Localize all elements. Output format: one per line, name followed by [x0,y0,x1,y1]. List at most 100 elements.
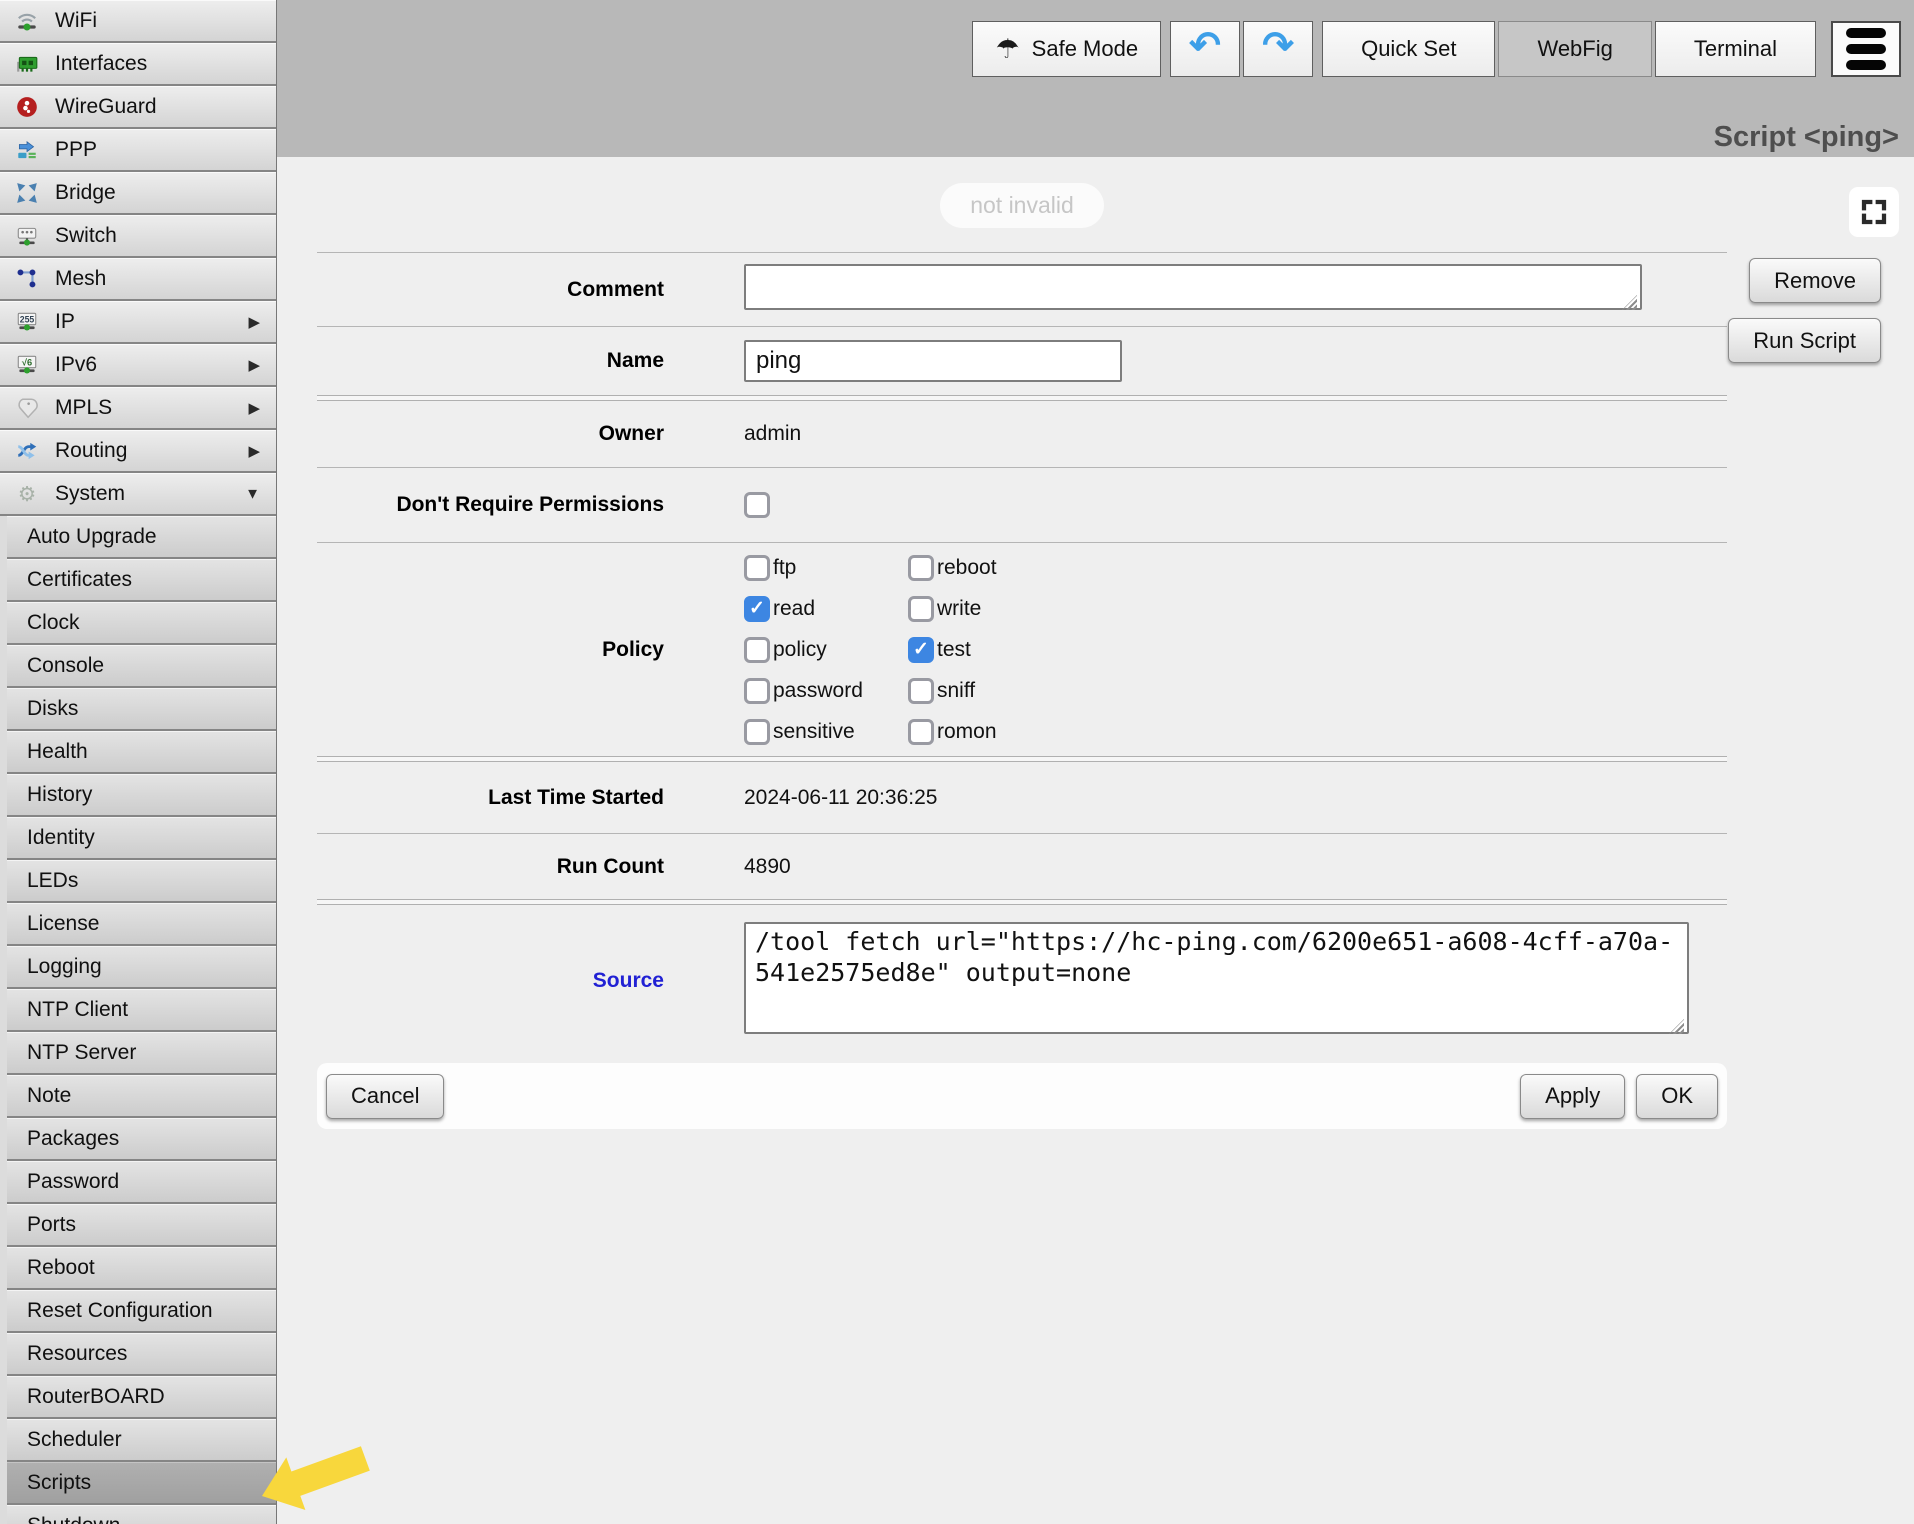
sidebar-subitem-ports[interactable]: Ports [7,1204,276,1245]
policy-row: Policy ftpreadpolicypasswordsensitivereb… [317,543,1727,756]
content-panel: not invalid Comment Name [277,157,1914,1524]
sidebar-subitem-leds[interactable]: LEDs [7,860,276,901]
sidebar-subitem-identity[interactable]: Identity [7,817,276,858]
sidebar-subitem-label: Password [27,1170,119,1194]
sidebar-subitem-label: LEDs [27,869,78,893]
policy-checkbox-label: ftp [773,556,796,580]
sidebar-subitem-logging[interactable]: Logging [7,946,276,987]
page-title: Script <ping> [1714,121,1899,154]
write-checkbox[interactable] [908,596,934,622]
hamburger-menu-button[interactable] [1831,21,1901,77]
sidebar-item-label: Switch [55,224,117,248]
sidebar-subitem-certificates[interactable]: Certificates [7,559,276,600]
name-input[interactable] [744,340,1122,382]
tab-terminal[interactable]: Terminal [1655,21,1816,77]
sidebar-item-interfaces[interactable]: Interfaces [0,43,276,84]
system-icon: ⚙ [14,482,40,506]
status-badge-row: not invalid [317,183,1727,228]
sidebar-subitem-label: Scheduler [27,1428,122,1452]
cancel-button[interactable]: Cancel [326,1074,444,1119]
run-script-button[interactable]: Run Script [1728,318,1881,363]
toolbar: ☂ Safe Mode ↶ ↷ Quick Set WebFig Termina… [972,21,1901,77]
remove-button[interactable]: Remove [1749,258,1881,303]
sniff-checkbox[interactable] [908,678,934,704]
policy-item-romon: romon [908,711,1072,752]
sidebar-item-wifi[interactable]: WiFi [0,0,276,41]
sidebar-item-label: System [55,482,125,506]
sidebar-subitem-note[interactable]: Note [7,1075,276,1116]
sidebar-item-mpls[interactable]: MPLS▶ [0,387,276,428]
sidebar-subitem-ntp-client[interactable]: NTP Client [7,989,276,1030]
ppp-icon [14,138,40,162]
sidebar-item-bridge[interactable]: Bridge [0,172,276,213]
undo-button[interactable]: ↶ [1170,21,1240,77]
sidebar-subitem-license[interactable]: License [7,903,276,944]
sensitive-checkbox[interactable] [744,719,770,745]
sidebar: WiFi InterfacesWireGuardPPPBridge Switch Me… [0,0,277,1524]
ftp-checkbox[interactable] [744,555,770,581]
reboot-checkbox[interactable] [908,555,934,581]
source-label[interactable]: Source [317,969,744,993]
sidebar-subitem-shutdown[interactable]: Shutdown [7,1505,276,1524]
sidebar-subitem-console[interactable]: Console [7,645,276,686]
sidebar-subitem-password[interactable]: Password [7,1161,276,1202]
last-time-started-row: Last Time Started 2024-06-11 20:36:25 [317,762,1727,833]
tab-webfig[interactable]: WebFig [1498,21,1651,77]
umbrella-icon: ☂ [995,34,1019,65]
sidebar-subitem-clock[interactable]: Clock [7,602,276,643]
sidebar-subitem-disks[interactable]: Disks [7,688,276,729]
sidebar-item-mesh[interactable]: Mesh [0,258,276,299]
apply-button[interactable]: Apply [1520,1074,1625,1119]
sidebar-subitem-packages[interactable]: Packages [7,1118,276,1159]
sidebar-item-system[interactable]: ⚙System▼ [0,473,276,514]
read-checkbox[interactable] [744,596,770,622]
policy-checkbox-label: sensitive [773,720,855,744]
sidebar-subitem-label: Auto Upgrade [27,525,157,549]
name-row: Name [317,327,1727,395]
policy-item-password: password [744,670,908,711]
policy-item-read: read [744,588,908,629]
sidebar-subitem-reset-configuration[interactable]: Reset Configuration [7,1290,276,1331]
test-checkbox[interactable] [908,637,934,663]
sidebar-subitem-label: Disks [27,697,78,721]
sidebar-item-wireguard[interactable]: WireGuard [0,86,276,127]
fullscreen-button[interactable] [1849,187,1899,237]
sidebar-subitem-scripts[interactable]: Scripts [7,1462,276,1503]
sidebar-item-ip[interactable]: 255IP▶ [0,301,276,342]
policy-item-policy: policy [744,629,908,670]
sidebar-subitem-health[interactable]: Health [7,731,276,772]
redo-button[interactable]: ↷ [1243,21,1313,77]
sidebar-subitem-reboot[interactable]: Reboot [7,1247,276,1288]
redo-icon: ↷ [1262,27,1294,65]
undo-redo-group: ↶ ↷ [1170,21,1313,77]
sidebar-subitem-label: RouterBOARD [27,1385,165,1409]
comment-input[interactable] [744,264,1642,310]
sidebar-item-label: WiFi [55,9,97,33]
sidebar-item-ppp[interactable]: PPP [0,129,276,170]
sidebar-subitem-routerboard[interactable]: RouterBOARD [7,1376,276,1417]
tab-quick-set[interactable]: Quick Set [1322,21,1495,77]
ok-button[interactable]: OK [1636,1074,1718,1119]
sidebar-subitem-resources[interactable]: Resources [7,1333,276,1374]
source-input[interactable]: /tool fetch url="https://hc-ping.com/620… [744,922,1689,1034]
sidebar-subitem-ntp-server[interactable]: NTP Server [7,1032,276,1073]
owner-value: admin [744,422,801,446]
sidebar-subitem-scheduler[interactable]: Scheduler [7,1419,276,1460]
safe-mode-label: Safe Mode [1032,36,1138,62]
bridge-icon [14,181,40,205]
romon-checkbox[interactable] [908,719,934,745]
menu-icon [1846,28,1886,38]
password-checkbox[interactable] [744,678,770,704]
sidebar-subitem-auto-upgrade[interactable]: Auto Upgrade [7,516,276,557]
chevron-right-icon: ▶ [248,313,260,331]
policy-checkbox-columns: ftpreadpolicypasswordsensitiverebootwrit… [744,547,1072,752]
sidebar-item-ipv6[interactable]: √6IPv6▶ [0,344,276,385]
policy-checkbox[interactable] [744,637,770,663]
safe-mode-button[interactable]: ☂ Safe Mode [972,21,1161,77]
dont-require-permissions-checkbox[interactable] [744,492,770,518]
sidebar-item-switch[interactable]: Switch [0,215,276,256]
sidebar-item-routing[interactable]: Routing▶ [0,430,276,471]
sidebar-subitem-label: Clock [27,611,80,635]
sidebar-subitem-history[interactable]: History [7,774,276,815]
sidebar-subitem-label: NTP Client [27,998,128,1022]
